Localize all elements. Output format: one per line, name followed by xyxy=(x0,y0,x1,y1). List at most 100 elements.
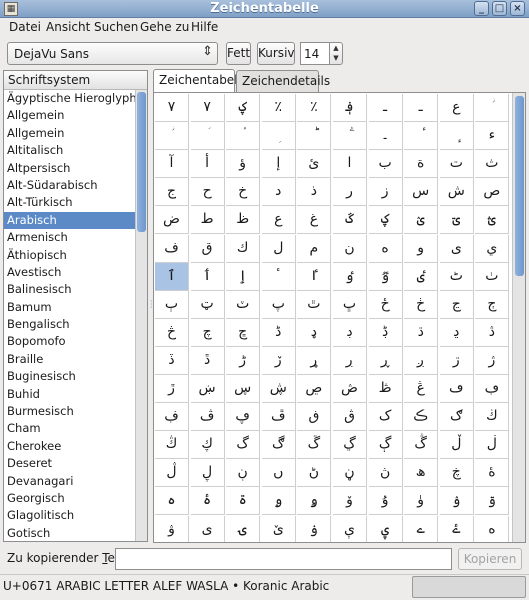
copy-button[interactable]: Kopieren xyxy=(458,548,522,570)
script-list-item[interactable]: Armenisch xyxy=(4,229,135,246)
character-cell[interactable]: ظ xyxy=(226,206,261,235)
character-cell[interactable]: ڠ xyxy=(404,375,439,403)
script-list-item[interactable]: Devanagari xyxy=(4,473,135,490)
character-cell[interactable]: ڰ xyxy=(261,431,296,460)
character-cell[interactable]: ٶ xyxy=(333,262,367,291)
character-cell[interactable]: ڮ xyxy=(190,431,225,460)
character-cell[interactable]: غ xyxy=(297,206,332,235)
character-cell[interactable]: ڣ xyxy=(155,403,189,432)
script-list-item[interactable]: Buginesisch xyxy=(4,368,135,385)
character-cell[interactable]: ت xyxy=(439,150,474,179)
script-list-item[interactable]: Alt-Türkisch xyxy=(4,194,135,211)
character-cell[interactable]: ؼ xyxy=(368,206,403,235)
font-selector[interactable]: DejaVu Sans ⇕ xyxy=(7,42,218,65)
character-cell[interactable]: ڿ xyxy=(439,459,474,488)
character-cell[interactable]: آ xyxy=(155,150,189,179)
script-list-item[interactable]: Avestisch xyxy=(4,264,135,281)
character-cell[interactable]: چ xyxy=(190,318,225,347)
character-cell[interactable]: ژ xyxy=(475,346,510,375)
character-cell[interactable]: ڭ xyxy=(155,431,189,460)
character-cell[interactable]: ؘ xyxy=(190,122,225,151)
character-cell[interactable]: ل xyxy=(261,234,296,263)
character-cell[interactable]: ؖ xyxy=(333,122,367,151)
character-cell[interactable]: ۃ xyxy=(226,487,261,516)
bold-toggle[interactable]: Fett xyxy=(226,42,251,65)
character-cell[interactable]: ہ xyxy=(155,487,189,516)
script-list-item[interactable]: Balinesisch xyxy=(4,281,135,298)
menu-datei[interactable]: Datei xyxy=(9,20,41,34)
menu-ansicht[interactable]: Ansicht xyxy=(46,20,90,34)
character-cell[interactable]: ؾ xyxy=(439,206,474,235)
character-cell[interactable]: ڧ xyxy=(297,403,332,432)
script-list-item[interactable]: Georgisch xyxy=(4,490,135,507)
character-cell[interactable]: إ xyxy=(261,150,296,179)
character-cell[interactable]: څ xyxy=(155,318,189,347)
character-cell[interactable]: ش xyxy=(439,178,474,207)
character-cell[interactable]: ځ xyxy=(368,290,403,319)
character-cell[interactable]: ك xyxy=(226,234,261,263)
character-cell[interactable]: ں xyxy=(261,459,296,488)
character-cell[interactable]: ە xyxy=(475,515,510,542)
character-cell[interactable]: ن xyxy=(333,234,367,263)
script-list-item[interactable]: Gotisch xyxy=(4,525,135,541)
scrollbar-thumb[interactable] xyxy=(515,96,524,276)
character-cell[interactable]: ڷ xyxy=(155,459,189,488)
character-cell[interactable]: گ xyxy=(226,431,261,460)
character-cell[interactable]: ه xyxy=(368,234,403,263)
character-cell[interactable]: ێ xyxy=(262,515,296,542)
character-cell[interactable]: ے xyxy=(404,515,439,542)
character-cell[interactable]: و xyxy=(404,234,439,263)
character-cell[interactable]: أ xyxy=(190,150,225,179)
character-cell[interactable]: ک xyxy=(368,403,403,432)
character-cell[interactable]: ی xyxy=(191,515,225,542)
character-cell[interactable]: ٲ xyxy=(190,262,225,291)
character-cell[interactable]: ډ xyxy=(297,318,332,347)
script-list-item[interactable]: Altitalisch xyxy=(4,142,135,159)
character-cell[interactable]: ڈ xyxy=(261,318,296,347)
character-cell[interactable]: د xyxy=(261,178,296,207)
script-list-header[interactable]: Schriftsystem xyxy=(4,71,147,90)
character-cell[interactable]: ۀ xyxy=(475,459,510,488)
character-cell[interactable]: ڗ xyxy=(439,346,474,375)
character-cell[interactable]: ؼ xyxy=(226,94,261,122)
close-button[interactable]: × xyxy=(510,1,525,16)
character-cell[interactable]: ڃ xyxy=(439,290,474,319)
character-cell[interactable]: ع xyxy=(261,206,296,235)
menu-gehe-zu[interactable]: Gehe zu xyxy=(140,20,189,34)
character-cell[interactable]: ث xyxy=(475,150,510,179)
character-cell[interactable]: ڢ xyxy=(475,375,510,403)
character-cell[interactable]: ؙ xyxy=(226,122,261,151)
character-cell[interactable]: پ xyxy=(261,290,296,319)
character-cell[interactable]: ڽ xyxy=(368,459,403,488)
character-cell[interactable]: ھ xyxy=(404,459,439,488)
character-cell[interactable]: ڐ xyxy=(190,346,225,375)
character-cell[interactable]: ڊ xyxy=(333,318,367,347)
character-cell[interactable]: ۓ xyxy=(440,515,474,542)
script-list-item[interactable]: Bengalisch xyxy=(4,316,135,333)
character-cell[interactable]: ۇ xyxy=(368,487,403,516)
character-cell[interactable]: ٺ xyxy=(475,262,510,291)
character-cell[interactable]: ض xyxy=(155,206,189,235)
script-list-item[interactable]: Burmesisch xyxy=(4,403,135,420)
character-cell[interactable]: ڍ xyxy=(439,318,474,347)
character-cell[interactable]: ڥ xyxy=(226,403,261,432)
character-cell[interactable]: ز xyxy=(368,178,403,207)
character-cell[interactable]: ب xyxy=(368,150,403,179)
character-cell[interactable]: ـ xyxy=(404,94,439,122)
character-cell[interactable]: ؚ xyxy=(261,122,296,151)
character-cell[interactable]: ٻ xyxy=(155,290,189,319)
script-list-item[interactable]: Bopomofo xyxy=(4,333,135,350)
character-cell[interactable]: ۈ xyxy=(404,487,439,516)
font-size-input[interactable]: 14 xyxy=(300,42,330,65)
character-cell[interactable]: ڼ xyxy=(333,459,367,488)
character-cell[interactable]: ٳ xyxy=(226,262,261,291)
character-cell[interactable]: ٧ xyxy=(155,94,189,122)
character-cell[interactable]: ڋ xyxy=(368,318,403,347)
character-cell[interactable]: ط xyxy=(190,206,225,235)
tab-character-details[interactable]: Zeichendetails xyxy=(236,70,330,92)
character-cell[interactable]: ټ xyxy=(190,290,225,319)
script-list-item[interactable]: Alt-Südarabisch xyxy=(4,177,135,194)
character-cell[interactable]: ڛ xyxy=(226,375,261,403)
character-cell[interactable]: ا xyxy=(333,150,367,179)
character-cell[interactable]: ۄ xyxy=(261,487,296,516)
